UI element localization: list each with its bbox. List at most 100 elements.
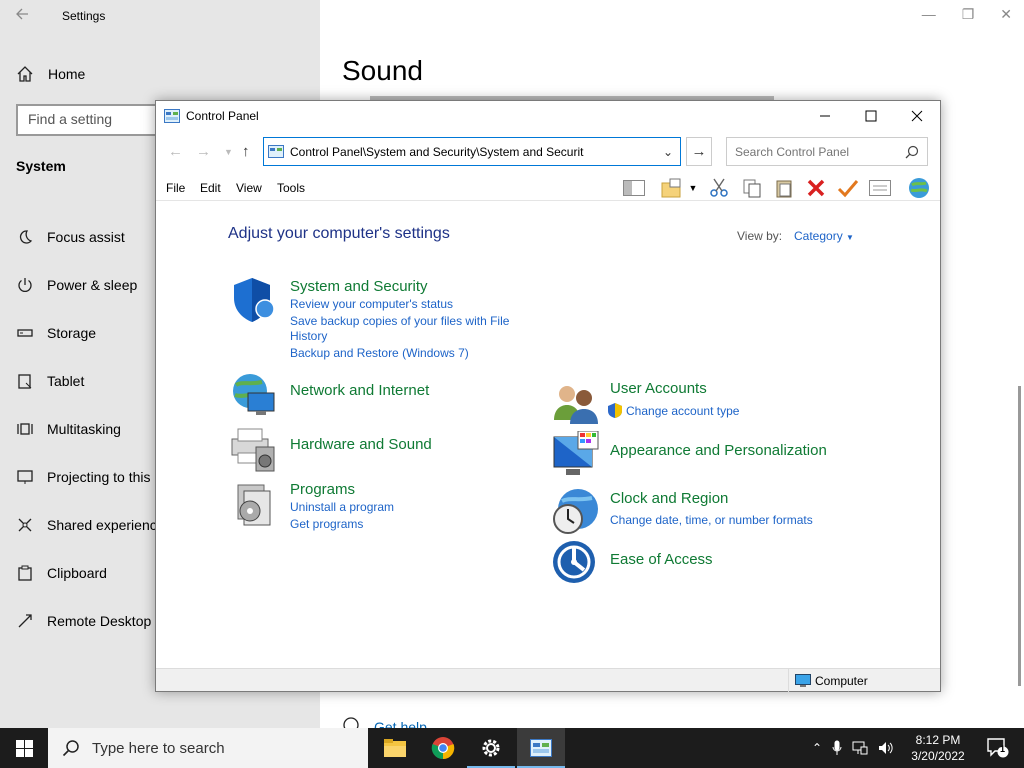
notification-icon xyxy=(987,738,1009,758)
shared-experience-icon xyxy=(16,516,34,534)
link-change-account-type[interactable]: Change account type xyxy=(626,404,739,419)
control-panel-icon xyxy=(530,739,552,757)
category-title[interactable]: System and Security xyxy=(290,278,428,295)
taskbar-search[interactable]: Type here to search xyxy=(48,728,368,768)
system-tray: ⌃ xyxy=(812,728,894,768)
back-arrow-icon[interactable]: ← xyxy=(168,143,183,160)
chevron-up-icon[interactable]: ⌃ xyxy=(812,741,822,755)
link-backup-restore[interactable]: Backup and Restore (Windows 7) xyxy=(290,346,469,361)
chevron-down-icon[interactable]: ▼ xyxy=(686,177,700,199)
menu-edit[interactable]: Edit xyxy=(200,181,221,195)
find-setting-input[interactable]: Find a setting xyxy=(16,104,176,136)
taskbar-chrome[interactable] xyxy=(419,728,467,768)
programs-icon[interactable] xyxy=(230,481,278,529)
category-title[interactable]: Programs xyxy=(290,481,355,498)
network-icon[interactable] xyxy=(852,741,868,755)
windows-logo-icon xyxy=(15,739,33,757)
nav-storage[interactable]: Storage xyxy=(16,321,96,345)
taskbar-clock[interactable]: 8:12 PM 3/20/2022 xyxy=(906,732,970,764)
nav-tablet[interactable]: Tablet xyxy=(16,369,84,393)
minimize-button[interactable] xyxy=(802,101,848,131)
view-by-dropdown[interactable]: Category ▼ xyxy=(794,229,854,243)
start-button[interactable] xyxy=(0,728,48,768)
microphone-icon[interactable] xyxy=(832,740,842,756)
category-title[interactable]: Hardware and Sound xyxy=(290,436,432,453)
folder-icon xyxy=(384,739,406,757)
nav-multitasking[interactable]: Multitasking xyxy=(16,417,121,441)
action-center-button[interactable]: 1 xyxy=(978,728,1018,768)
home-icon xyxy=(16,65,34,83)
home-label: Home xyxy=(48,66,86,82)
recent-dropdown-icon[interactable]: ▼ xyxy=(224,147,233,157)
moon-icon xyxy=(16,228,34,246)
folder-options-icon[interactable] xyxy=(660,177,684,199)
close-icon[interactable]: ✕ xyxy=(1000,6,1012,23)
control-panel-window: Control Panel ← → ▼ ↑ Control Panel\Syst… xyxy=(155,100,941,692)
category-title[interactable]: Ease of Access xyxy=(610,551,713,568)
paste-icon[interactable] xyxy=(772,177,796,199)
cut-icon[interactable] xyxy=(707,177,731,199)
link-backup-file-history[interactable]: Save backup copies of your files with Fi… xyxy=(290,314,509,329)
taskbar-control-panel[interactable] xyxy=(517,728,565,768)
search-box[interactable] xyxy=(726,137,928,166)
page-title: Sound xyxy=(342,55,423,86)
search-icon xyxy=(905,145,919,158)
nav-remote-desktop[interactable]: Remote Desktop xyxy=(16,609,151,633)
address-bar[interactable]: Control Panel\System and Security\System… xyxy=(263,137,681,166)
tablet-icon xyxy=(16,372,34,390)
gear-icon xyxy=(482,739,500,757)
menu-tools[interactable]: Tools xyxy=(277,181,305,195)
scrollbar[interactable] xyxy=(1018,386,1021,686)
menu-view[interactable]: View xyxy=(236,181,262,195)
category-title[interactable]: User Accounts xyxy=(610,380,707,397)
users-icon[interactable] xyxy=(552,380,600,428)
nav-shared-experience[interactable]: Shared experience xyxy=(16,513,165,537)
taskbar-search-placeholder: Type here to search xyxy=(92,739,225,757)
taskbar-file-explorer[interactable] xyxy=(371,728,419,768)
settings-window-controls: — ❐ ✕ xyxy=(922,6,1012,23)
printer-icon[interactable] xyxy=(230,425,278,473)
link-backup-file-history-cont[interactable]: History xyxy=(290,329,327,344)
nav-projecting[interactable]: Projecting to this xyxy=(16,465,151,489)
shield-icon[interactable] xyxy=(230,276,278,324)
go-arrow-button[interactable]: → xyxy=(686,137,712,166)
forward-arrow-icon[interactable]: → xyxy=(196,143,211,160)
preview-pane-icon[interactable] xyxy=(622,177,646,199)
network-globe-icon[interactable] xyxy=(230,371,278,419)
maximize-button[interactable] xyxy=(848,101,894,131)
category-title[interactable]: Network and Internet xyxy=(290,382,429,399)
remote-desktop-icon xyxy=(16,612,34,630)
address-path: Control Panel\System and Security\System… xyxy=(290,144,584,159)
title-bar[interactable]: Control Panel xyxy=(156,101,940,131)
back-arrow-icon[interactable] xyxy=(14,6,34,26)
chevron-down-icon[interactable]: ⌄ xyxy=(656,145,680,159)
globe-icon[interactable] xyxy=(907,177,931,199)
category-title[interactable]: Clock and Region xyxy=(610,490,728,507)
multitasking-icon xyxy=(16,420,34,438)
search-input[interactable] xyxy=(735,144,905,159)
close-button[interactable] xyxy=(894,101,940,131)
clock-globe-icon[interactable] xyxy=(552,487,600,535)
up-arrow-icon[interactable]: ↑ xyxy=(242,143,250,160)
minimize-icon[interactable]: — xyxy=(922,6,936,23)
delete-icon[interactable] xyxy=(804,177,828,199)
taskbar-settings[interactable] xyxy=(467,728,515,768)
appearance-monitor-icon[interactable] xyxy=(552,431,600,479)
nav-focus-assist[interactable]: Focus assist xyxy=(16,225,125,249)
nav-clipboard[interactable]: Clipboard xyxy=(16,561,107,585)
properties-icon[interactable] xyxy=(868,177,892,199)
settings-home[interactable]: Home xyxy=(16,62,85,86)
nav-power-sleep[interactable]: Power & sleep xyxy=(16,273,137,297)
link-get-programs[interactable]: Get programs xyxy=(290,517,363,532)
checkmark-icon[interactable] xyxy=(836,177,860,199)
menu-file[interactable]: File xyxy=(166,181,185,195)
link-change-date-time[interactable]: Change date, time, or number formats xyxy=(610,513,813,528)
volume-icon[interactable] xyxy=(878,741,894,755)
copy-icon[interactable] xyxy=(740,177,764,199)
taskbar: Type here to search ⌃ 8:12 PM 3/20/2022 … xyxy=(0,728,1024,768)
ease-of-access-icon[interactable] xyxy=(552,540,600,588)
link-uninstall-program[interactable]: Uninstall a program xyxy=(290,500,394,515)
category-title[interactable]: Appearance and Personalization xyxy=(610,442,827,459)
restore-icon[interactable]: ❐ xyxy=(962,6,975,23)
link-review-status[interactable]: Review your computer's status xyxy=(290,297,453,312)
